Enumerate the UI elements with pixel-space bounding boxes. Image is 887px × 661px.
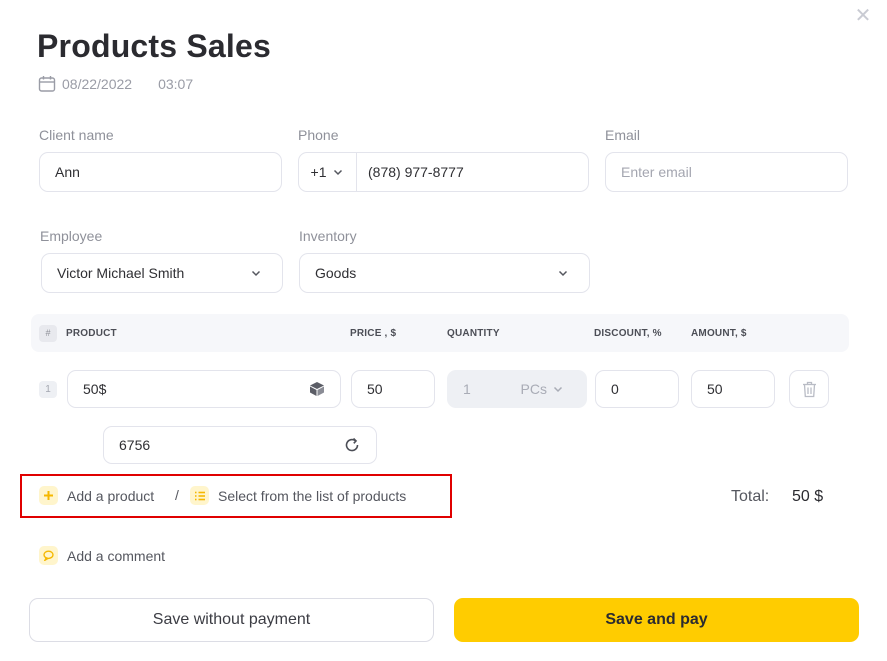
amount-value: 50 bbox=[707, 381, 723, 397]
employee-select[interactable]: Victor Michael Smith bbox=[41, 253, 283, 293]
price-input[interactable]: 50 bbox=[351, 370, 435, 408]
column-header-price: PRICE , $ bbox=[350, 328, 397, 339]
close-icon[interactable]: ✕ bbox=[853, 6, 873, 26]
add-product-button[interactable]: Add a product bbox=[39, 486, 154, 505]
phone-label: Phone bbox=[298, 127, 339, 143]
barcode-input[interactable]: 6756 bbox=[103, 426, 377, 464]
sale-date: 08/22/2022 bbox=[62, 76, 133, 92]
delete-row-button[interactable] bbox=[789, 370, 829, 408]
total-value: 50 $ bbox=[792, 488, 824, 505]
employee-value: Victor Michael Smith bbox=[57, 265, 185, 281]
phone-number-input[interactable]: (878) 977-8777 bbox=[357, 164, 464, 180]
column-header-number: # bbox=[39, 325, 57, 342]
date-time-row: 08/22/2022 03:07 bbox=[38, 74, 193, 94]
comment-icon bbox=[39, 546, 58, 565]
email-label: Email bbox=[605, 127, 641, 143]
save-without-payment-button[interactable]: Save without payment bbox=[29, 598, 434, 642]
chevron-down-icon bbox=[334, 169, 343, 176]
refresh-icon[interactable] bbox=[344, 437, 360, 453]
client-name-value: Ann bbox=[55, 164, 80, 180]
select-from-list-button[interactable]: Select from the list of products bbox=[190, 486, 406, 505]
sale-time: 03:07 bbox=[158, 76, 194, 92]
column-header-discount: DISCOUNT, % bbox=[594, 328, 662, 339]
quantity-value: 1 bbox=[463, 381, 471, 397]
calendar-icon bbox=[38, 76, 56, 92]
actions-separator: / bbox=[175, 487, 179, 503]
total-label: Total: bbox=[731, 488, 770, 505]
column-header-product: PRODUCT bbox=[66, 328, 117, 339]
list-icon bbox=[190, 486, 209, 505]
trash-icon bbox=[802, 381, 816, 397]
amount-input[interactable]: 50 bbox=[691, 370, 775, 408]
client-name-label: Client name bbox=[39, 127, 114, 143]
discount-input[interactable]: 0 bbox=[595, 370, 679, 408]
inventory-label: Inventory bbox=[299, 228, 357, 244]
phone-country-code-select[interactable]: +1 bbox=[299, 153, 357, 191]
plus-icon bbox=[39, 486, 58, 505]
product-name-input[interactable]: 50$ bbox=[67, 370, 341, 408]
price-value: 50 bbox=[367, 381, 383, 397]
email-placeholder: Enter email bbox=[621, 164, 692, 180]
inventory-value: Goods bbox=[315, 265, 357, 281]
inventory-select[interactable]: Goods bbox=[299, 253, 590, 293]
add-comment-label: Add a comment bbox=[67, 547, 166, 564]
client-name-input[interactable]: Ann bbox=[39, 152, 282, 192]
unit-select: PCs bbox=[521, 381, 564, 397]
discount-value: 0 bbox=[611, 381, 619, 397]
unit-value: PCs bbox=[520, 381, 547, 397]
row-number: 1 bbox=[39, 381, 57, 398]
chevron-down-icon bbox=[251, 270, 261, 277]
column-header-quantity: QUANTITY bbox=[447, 328, 500, 339]
save-and-pay-button[interactable]: Save and pay bbox=[454, 598, 859, 642]
add-product-label: Add a product bbox=[67, 487, 155, 504]
page-title: Products Sales bbox=[37, 28, 272, 64]
email-input[interactable]: Enter email bbox=[605, 152, 848, 192]
phone-country-code: +1 bbox=[310, 164, 327, 180]
box-icon[interactable] bbox=[309, 381, 325, 397]
product-name-value: 50$ bbox=[83, 381, 107, 397]
add-comment-button[interactable]: Add a comment bbox=[39, 546, 165, 565]
barcode-value: 6756 bbox=[119, 437, 151, 453]
chevron-down-icon bbox=[558, 270, 568, 277]
column-header-amount: AMOUNT, $ bbox=[691, 328, 747, 339]
phone-field: +1 (878) 977-8777 bbox=[298, 152, 589, 192]
employee-label: Employee bbox=[40, 228, 103, 244]
select-from-list-label: Select from the list of products bbox=[218, 487, 407, 504]
quantity-input: 1 PCs bbox=[447, 370, 587, 408]
chevron-down-icon bbox=[553, 386, 563, 393]
